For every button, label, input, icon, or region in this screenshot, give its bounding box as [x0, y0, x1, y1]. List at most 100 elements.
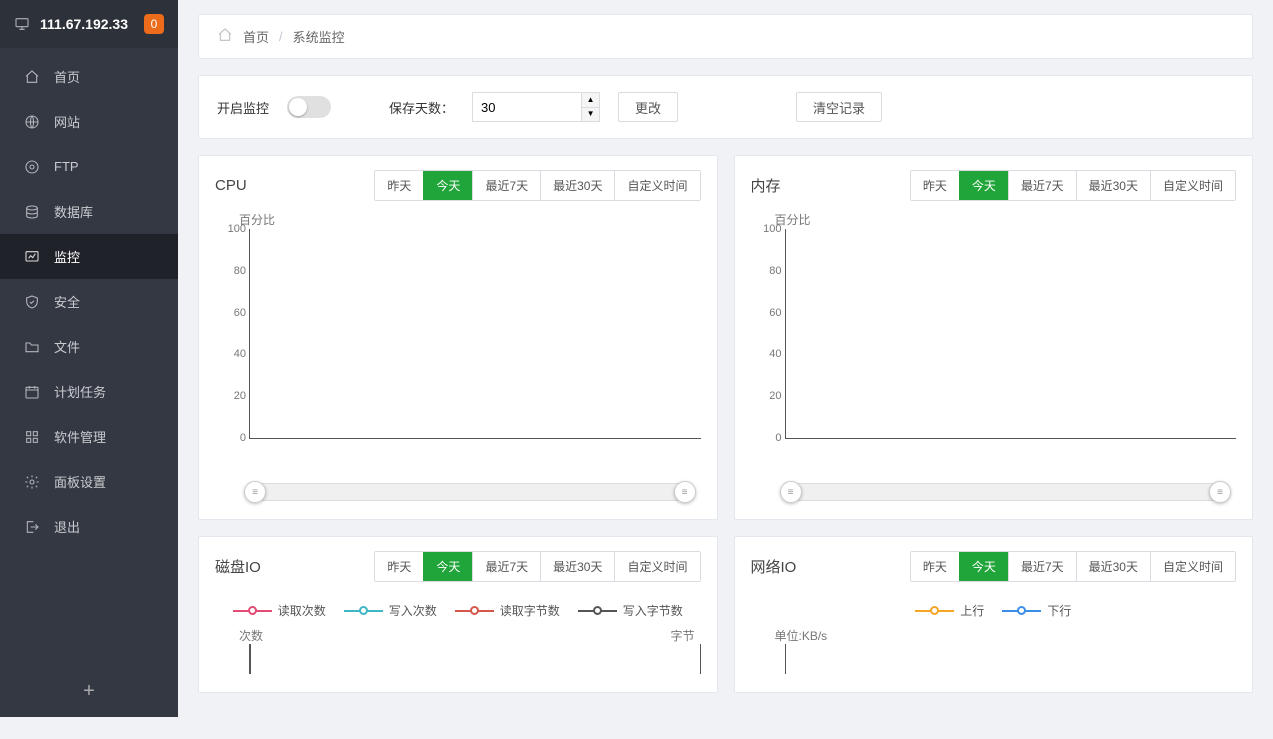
- sidebar-nav: 首页网站 FTP 数据库监控安全文件计划任务软件管理面板设置退出: [0, 48, 178, 666]
- range-tab-last30[interactable]: 最近30天: [1076, 171, 1150, 200]
- sidebar-item-label: FTP: [54, 159, 79, 174]
- disk-ylabel-right: 字节: [670, 627, 694, 644]
- memory-chart: 百分比 020406080100: [751, 211, 1237, 471]
- sidebar-item-label: 软件管理: [54, 427, 106, 446]
- folder-icon: [24, 339, 40, 355]
- range-tab-yesterday[interactable]: 昨天: [375, 552, 423, 581]
- range-tab-yesterday[interactable]: 昨天: [911, 171, 959, 200]
- legend-item[interactable]: 写入字节数: [578, 602, 683, 619]
- y-tick: 40: [220, 348, 246, 360]
- sidebar-item-calendar[interactable]: 计划任务: [0, 369, 178, 414]
- legend-label: 读取次数: [278, 602, 326, 619]
- cpu-panel: CPU 昨天今天最近7天最近30天自定义时间 百分比 020406080100 …: [198, 155, 718, 520]
- network-chart: [785, 644, 1237, 674]
- shield-icon: [24, 294, 40, 310]
- breadcrumb: 首页 / 系统监控: [198, 14, 1253, 59]
- spinner-up[interactable]: ▲: [581, 93, 599, 108]
- globe-icon: [24, 114, 40, 130]
- save-button[interactable]: 更改: [618, 92, 678, 122]
- memory-time-slider[interactable]: ≡ ≡: [785, 483, 1227, 501]
- memory-range-tabs: 昨天今天最近7天最近30天自定义时间: [910, 170, 1236, 201]
- add-menu-button[interactable]: +: [0, 666, 178, 717]
- network-legend: 上行 下行: [751, 592, 1237, 623]
- sidebar-item-disc[interactable]: FTP: [0, 144, 178, 189]
- sidebar-item-label: 退出: [54, 517, 80, 536]
- sidebar-item-db[interactable]: 数据库: [0, 189, 178, 234]
- apps-icon: [24, 429, 40, 445]
- gear-icon: [24, 474, 40, 490]
- sidebar-item-label: 数据库: [54, 202, 93, 221]
- y-tick: 100: [220, 223, 246, 235]
- sidebar: 111.67.192.33 0 首页网站FTP数据库监控安全文件计划任务软件管理…: [0, 0, 178, 717]
- legend-item[interactable]: 读取次数: [233, 602, 326, 619]
- toolbar: 开启监控 保存天数： ▲ ▼ 更改 清空记录: [198, 75, 1253, 139]
- range-tab-last7[interactable]: 最近7天: [472, 552, 540, 581]
- slider-handle-right[interactable]: ≡: [674, 481, 696, 503]
- y-tick: 20: [756, 390, 782, 402]
- legend-item[interactable]: 上行: [915, 602, 984, 619]
- enable-monitor-toggle[interactable]: [287, 96, 331, 118]
- home-icon: [217, 27, 233, 46]
- notification-badge[interactable]: 0: [144, 14, 164, 34]
- cpu-grid: 020406080100: [249, 229, 701, 439]
- network-unit-label: 单位:KB/s: [775, 627, 828, 644]
- range-tab-yesterday[interactable]: 昨天: [911, 552, 959, 581]
- range-tab-last30[interactable]: 最近30天: [540, 171, 614, 200]
- disk-legend: 读取次数 写入次数 读取字节数 写入字节数: [215, 592, 701, 623]
- legend-label: 写入次数: [389, 602, 437, 619]
- legend-marker: [455, 606, 494, 615]
- range-tab-last30[interactable]: 最近30天: [540, 552, 614, 581]
- cpu-time-slider[interactable]: ≡ ≡: [249, 483, 691, 501]
- legend-item[interactable]: 读取字节数: [455, 602, 560, 619]
- disk-panel: 磁盘IO 昨天今天最近7天最近30天自定义时间 读取次数写入次数读取字节数写入字…: [198, 536, 718, 693]
- legend-label: 下行: [1047, 602, 1071, 619]
- legend-label: 写入字节数: [623, 602, 683, 619]
- legend-item[interactable]: 下行: [1002, 602, 1071, 619]
- network-panel: 网络IO 昨天今天最近7天最近30天自定义时间 上行下行 单位:KB/s: [734, 536, 1254, 693]
- cpu-range-tabs: 昨天今天最近7天最近30天自定义时间: [374, 170, 700, 201]
- sidebar-item-gear[interactable]: 面板设置: [0, 459, 178, 504]
- logout-icon: [24, 519, 40, 535]
- sidebar-item-apps[interactable]: 软件管理: [0, 414, 178, 459]
- range-tab-last30[interactable]: 最近30天: [1076, 552, 1150, 581]
- range-tab-today[interactable]: 今天: [423, 171, 472, 200]
- range-tab-last7[interactable]: 最近7天: [472, 171, 540, 200]
- breadcrumb-home[interactable]: 首页: [243, 27, 269, 46]
- range-tab-last7[interactable]: 最近7天: [1008, 552, 1076, 581]
- range-tab-custom[interactable]: 自定义时间: [614, 552, 699, 581]
- network-range-tabs: 昨天今天最近7天最近30天自定义时间: [910, 551, 1236, 582]
- y-tick: 20: [220, 390, 246, 402]
- sidebar-item-label: 网站: [54, 112, 80, 131]
- legend-item[interactable]: 写入次数: [344, 602, 437, 619]
- monitor-icon: [24, 249, 40, 265]
- calendar-icon: [24, 384, 40, 400]
- sidebar-item-shield[interactable]: 安全: [0, 279, 178, 324]
- cpu-chart: 百分比 020406080100: [215, 211, 701, 471]
- range-tab-today[interactable]: 今天: [959, 552, 1008, 581]
- range-tab-yesterday[interactable]: 昨天: [375, 171, 423, 200]
- range-tab-custom[interactable]: 自定义时间: [1150, 552, 1235, 581]
- breadcrumb-separator: /: [279, 29, 283, 44]
- slider-handle-right[interactable]: ≡: [1209, 481, 1231, 503]
- slider-handle-left[interactable]: ≡: [780, 481, 802, 503]
- legend-marker: [233, 606, 272, 615]
- sidebar-item-home[interactable]: 首页: [0, 54, 178, 99]
- sidebar-item-logout[interactable]: 退出: [0, 504, 178, 549]
- clear-records-button[interactable]: 清空记录: [796, 92, 882, 122]
- sidebar-item-label: 监控: [54, 247, 80, 266]
- range-tab-custom[interactable]: 自定义时间: [614, 171, 699, 200]
- home-icon: [24, 69, 40, 85]
- sidebar-item-monitor[interactable]: 监控: [0, 234, 178, 279]
- slider-handle-left[interactable]: ≡: [244, 481, 266, 503]
- disk-ylabel-left: 次数: [239, 627, 263, 644]
- sidebar-item-label: 首页: [54, 67, 80, 86]
- breadcrumb-current: 系统监控: [293, 27, 345, 46]
- range-tab-last7[interactable]: 最近7天: [1008, 171, 1076, 200]
- range-tab-custom[interactable]: 自定义时间: [1150, 171, 1235, 200]
- sidebar-item-folder[interactable]: 文件: [0, 324, 178, 369]
- legend-label: 上行: [960, 602, 984, 619]
- range-tab-today[interactable]: 今天: [959, 171, 1008, 200]
- sidebar-item-globe[interactable]: 网站: [0, 99, 178, 144]
- range-tab-today[interactable]: 今天: [423, 552, 472, 581]
- spinner-down[interactable]: ▼: [581, 108, 599, 122]
